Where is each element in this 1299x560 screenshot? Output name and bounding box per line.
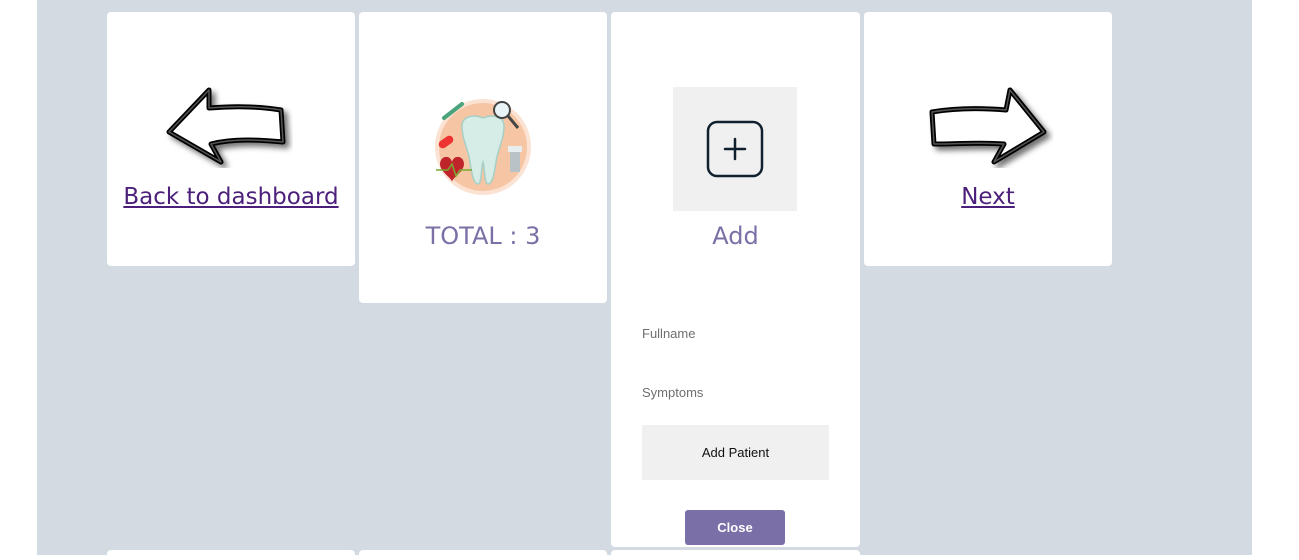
next-link[interactable]: Next [864, 184, 1112, 210]
right-arrow-icon[interactable] [926, 84, 1054, 168]
next-row-card-2 [359, 550, 607, 560]
left-arrow-icon[interactable] [165, 84, 293, 168]
total-count-caption: TOTAL : 3 [425, 222, 541, 250]
back-to-dashboard-link[interactable]: Back to dashboard [107, 184, 355, 210]
next-row-card-3 [611, 550, 860, 560]
close-button[interactable]: Close [685, 510, 785, 545]
symptoms-label: Symptoms [642, 385, 704, 400]
add-patient-card: Add Fullname Symptoms Add Patient Close [611, 12, 860, 547]
total-card: TOTAL : 3 [359, 12, 607, 303]
plus-square-icon [706, 120, 764, 178]
add-patient-button[interactable]: Add Patient [642, 425, 829, 480]
back-card: Back to dashboard [107, 12, 355, 266]
dental-tooth-icon [435, 99, 531, 195]
next-card: Next [864, 12, 1112, 266]
add-caption: Add [712, 222, 759, 250]
fullname-label: Fullname [642, 326, 696, 341]
next-row-card-1 [107, 550, 355, 560]
add-tile[interactable] [673, 87, 797, 211]
